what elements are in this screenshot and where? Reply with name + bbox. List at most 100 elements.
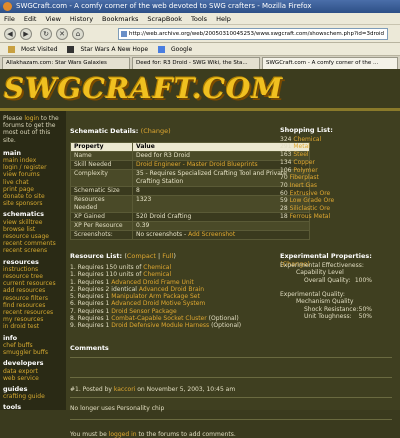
experimental-row	[280, 284, 396, 291]
menu-edit[interactable]: Edit	[24, 15, 37, 23]
menu-view[interactable]: View	[45, 15, 60, 23]
sidebar-section: resources instructions resource tree curren…	[3, 258, 64, 331]
sidebar-link[interactable]: my resources	[3, 316, 64, 323]
shopping-resource-link[interactable]: Inert Gas	[290, 182, 317, 189]
table-row: XP Gained 520 Droid Crafting	[70, 212, 310, 222]
property-link[interactable]: Droid Engineer - Master Droid Blueprints	[136, 161, 258, 168]
sidebar-link[interactable]: smuggler buffs	[3, 349, 64, 356]
resource-link[interactable]: Combat-Capable Socket Cluster	[111, 315, 206, 322]
sidebar-login-link[interactable]: login	[24, 115, 39, 122]
bookmark-most-visited[interactable]: Most Visited	[4, 46, 58, 53]
menu-help[interactable]: Help	[216, 15, 231, 23]
table-row: Screenshots: No screenshots - Add Screens…	[70, 230, 310, 240]
sidebar-link[interactable]: in droid test	[3, 323, 64, 330]
tab-label: Allakhazam.com: Star Wars Galaxies	[6, 60, 107, 66]
sidebar-link[interactable]: site sponsors	[3, 200, 64, 207]
resource-link[interactable]: Droid Sensor Package	[111, 308, 176, 315]
property-name: Name	[70, 151, 133, 161]
meta-text: on November 5, 2003, 10:45 am	[135, 386, 236, 393]
full-link[interactable]: Full	[162, 252, 173, 260]
bookmark-google[interactable]: Google	[154, 46, 192, 53]
sidebar-link[interactable]: recent resources	[3, 309, 64, 316]
home-button[interactable]: ⌂	[72, 28, 84, 40]
shopping-resource-link[interactable]: Copper	[293, 159, 315, 166]
sidebar-link[interactable]: crafting guide	[3, 393, 64, 400]
forward-button[interactable]: ▶	[20, 28, 32, 40]
menu-file[interactable]: File	[4, 15, 15, 23]
sidebar-link[interactable]: find resources	[3, 302, 64, 309]
experimental-row: Capability Level	[280, 269, 396, 276]
tab-swgcraft[interactable]: SWGCraft.com - A comfy corner of the ...	[262, 57, 398, 69]
add-screenshot-link[interactable]: Add Screenshot	[188, 231, 235, 238]
site-logo[interactable]: SWGCRAFT.COM	[4, 72, 283, 105]
menu-scrapbook[interactable]: ScrapBook	[147, 15, 182, 23]
sidebar-link[interactable]: login / register	[3, 164, 64, 171]
shopping-resource-link[interactable]: Low Grade Ore	[290, 197, 335, 204]
shopping-resource-link[interactable]: Siliclastic Ore	[290, 205, 331, 212]
sidebar-link[interactable]: donate to site	[3, 193, 64, 200]
shopping-resource-link[interactable]: Polymer	[293, 167, 317, 174]
sidebar-link[interactable]: data export	[3, 368, 64, 375]
resource-link[interactable]: Droid Defensive Module Harness	[111, 322, 209, 329]
tab-swg-wiki[interactable]: Deed for: R3 Droid - SWG Wiki, the Sta..…	[132, 57, 260, 69]
resource-item: 6. Requires 1 Advanced Droid Motive Syst…	[70, 300, 241, 307]
heading-text: Resource List:	[70, 252, 123, 260]
resource-item: 8. Requires 1 Combat-Capable Socket Clus…	[70, 315, 241, 322]
comment-author-link[interactable]: kaccori	[114, 386, 135, 393]
sidebar-link[interactable]: current resources	[3, 280, 64, 287]
resource-link[interactable]: Advanced Droid Frame Unit	[111, 279, 193, 286]
comment-login-link[interactable]: logged in	[109, 431, 137, 438]
experimental-row: Mechanism Quality	[280, 298, 396, 305]
sidebar-section-heading: guides	[3, 384, 28, 393]
resource-link[interactable]: Advanced Droid Motive System	[111, 300, 205, 307]
sidebar-link[interactable]: main index	[3, 157, 64, 164]
sidebar-link[interactable]: view skilltree	[3, 219, 64, 226]
sidebar-link[interactable]: chef buffs	[3, 342, 64, 349]
sidebar-link[interactable]: recent comments	[3, 240, 64, 247]
property-value: No screenshots - Add Screenshot	[132, 230, 310, 240]
tab-allakhazam[interactable]: Allakhazam.com: Star Wars Galaxies	[2, 57, 130, 69]
sidebar-link[interactable]: live chat	[3, 179, 64, 186]
sidebar-link[interactable]: resource usage	[3, 233, 64, 240]
resource-link[interactable]: Chemical	[143, 271, 171, 278]
sidebar-link[interactable]: browse list	[3, 226, 64, 233]
sidebar-link[interactable]: print page	[3, 186, 64, 193]
menu-tools[interactable]: Tools	[191, 15, 207, 23]
shopping-resource-link[interactable]: Chemical	[293, 136, 321, 143]
schematic-change-link[interactable]: (Change)	[141, 127, 171, 135]
bookmark-star-wars[interactable]: Star Wars A New Hope	[63, 46, 148, 53]
reload-button[interactable]: ↻	[40, 28, 52, 40]
resource-link[interactable]: Manipulator Arm Package Set	[111, 293, 200, 300]
menu-bookmarks[interactable]: Bookmarks	[102, 15, 138, 23]
shopping-resource-link[interactable]: Steel	[293, 151, 308, 158]
shopping-resource-link[interactable]: Metal	[293, 143, 310, 150]
resource-item: 1. Requires 110 units of Chemical	[70, 271, 241, 278]
table-row: Schematic Size 8	[70, 186, 310, 196]
sidebar-sections: main main index login / register view forum…	[3, 149, 64, 412]
resource-link[interactable]: Chemical	[143, 264, 171, 271]
sidebar-link[interactable]: add resources	[3, 287, 64, 294]
sidebar-link[interactable]: resource tree	[3, 273, 64, 280]
sidebar-link[interactable]: recent screens	[3, 247, 64, 254]
value-text: 0.39	[136, 222, 150, 229]
back-button[interactable]: ◀	[4, 28, 16, 40]
value-text: No screenshots -	[136, 231, 189, 238]
shopping-heading: Shopping List:	[280, 126, 333, 134]
compact-link[interactable]: Compact	[127, 252, 156, 260]
sidebar-link[interactable]: resource filters	[3, 295, 64, 302]
sidebar-link[interactable]: instructions	[3, 266, 64, 273]
shopping-qty: 324	[280, 135, 292, 143]
shopping-resource-link[interactable]: Ferrous Metal	[290, 213, 331, 220]
resource-link[interactable]: Advanced Droid Brain	[139, 286, 204, 293]
sidebar-link[interactable]: web service	[3, 375, 64, 382]
resource-item: 2. Requires 2 identical Advanced Droid B…	[70, 286, 241, 293]
stop-button[interactable]: ✕	[56, 28, 68, 40]
comment-login-notice: You must be logged in to the forums to a…	[70, 431, 236, 438]
menu-history[interactable]: History	[70, 15, 93, 23]
experimental-value: 50%	[358, 313, 372, 321]
url-input[interactable]: http://web.archive.org/web/2005031004525…	[118, 28, 388, 40]
sidebar-link[interactable]: view forums	[3, 171, 64, 178]
shopping-resource-link[interactable]: Fiberplast	[290, 174, 319, 181]
experimental-label: Capability Level	[296, 269, 344, 277]
shopping-resource-link[interactable]: Extrusive Ore	[290, 190, 331, 197]
